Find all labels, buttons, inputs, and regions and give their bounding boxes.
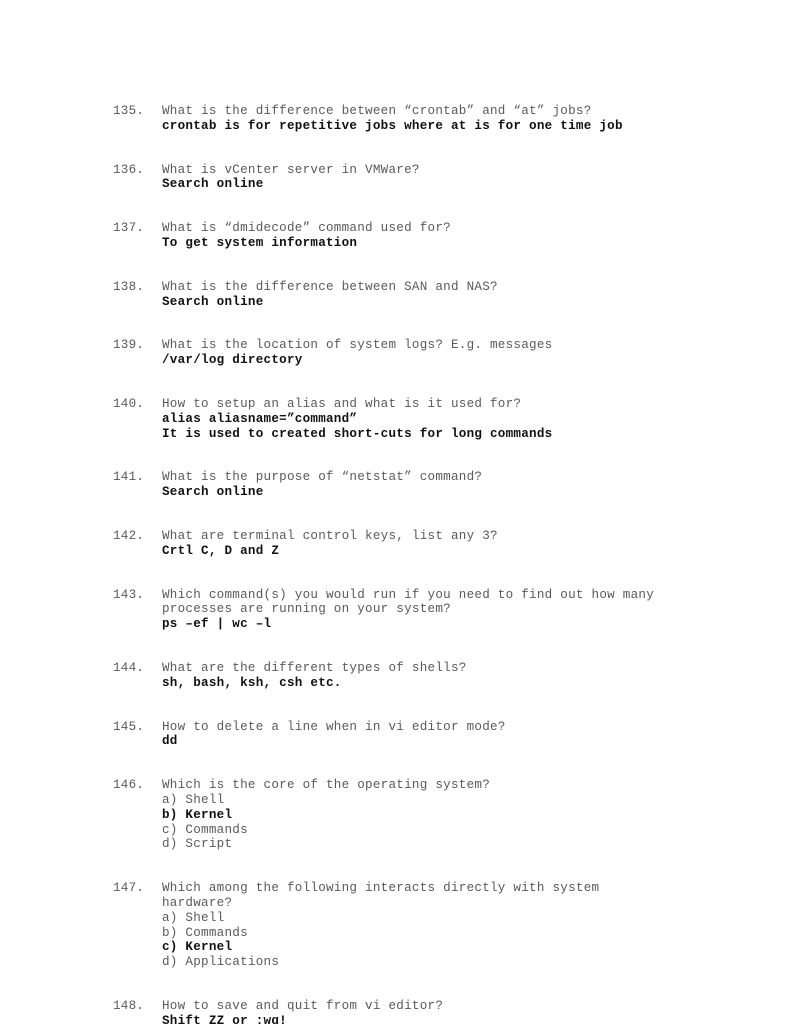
question-block: 147. Which among the following interacts …: [113, 881, 673, 970]
question-body: How to delete a line when in vi editor m…: [162, 720, 673, 750]
question-number: 141.: [113, 470, 145, 485]
answer-text: sh, bash, ksh, csh etc.: [162, 675, 342, 690]
question-text: What is vCenter server in VMWare?: [162, 162, 420, 177]
option: d) Applications: [162, 955, 280, 970]
answer-text: ps –ef | wc –l: [162, 617, 272, 632]
question-text: How to save and quit from vi editor?: [162, 998, 444, 1013]
question-body: What is the difference between SAN and N…: [162, 280, 673, 310]
question-number: 136.: [113, 162, 145, 177]
question-body: What is the location of system logs? E.g…: [162, 338, 673, 368]
question-number: 146.: [113, 778, 145, 793]
question-block: 135. What is the difference between “cron…: [113, 104, 673, 134]
question-text: What are the different types of shells?: [162, 660, 467, 675]
question-number: 148.: [113, 998, 145, 1013]
question-block: 137. What is “dmidecode” command used for…: [113, 221, 673, 251]
question-block: 136. What is vCenter server in VMWare? Sea…: [113, 163, 673, 193]
question-number: 137.: [113, 221, 145, 236]
answer-text: Search online: [162, 485, 264, 500]
question-text: What is “dmidecode” command used for?: [162, 221, 451, 236]
question-text: Which among the following interacts dire…: [162, 881, 608, 910]
question-number: 142.: [113, 528, 145, 543]
question-list: 135. What is the difference between “cron…: [113, 104, 673, 1024]
question-block: 139. What is the location of system logs?…: [113, 338, 673, 368]
option-correct: b) Kernel: [162, 807, 233, 822]
question-body: How to save and quit from vi editor? Shif…: [162, 999, 673, 1024]
question-number: 145.: [113, 719, 145, 734]
question-number: 138.: [113, 279, 145, 294]
question-block: 141. What is the purpose of “netstat” com…: [113, 470, 673, 500]
question-body: What is the difference between “crontab”…: [162, 104, 673, 134]
question-body: What is “dmidecode” command used for? To …: [162, 221, 673, 251]
question-body: Which among the following interacts dire…: [162, 881, 673, 970]
question-body: What are terminal control keys, list any…: [162, 529, 673, 559]
question-number: 139.: [113, 338, 145, 353]
question-number: 147.: [113, 881, 145, 896]
option: a) Shell: [162, 910, 225, 925]
question-text: How to setup an alias and what is it use…: [162, 396, 522, 411]
question-number: 140.: [113, 396, 145, 411]
answer-text: Crtl C, D and Z: [162, 543, 280, 558]
question-block: 142. What are terminal control keys, list…: [113, 529, 673, 559]
question-text: Which is the core of the operating syste…: [162, 778, 490, 793]
question-body: What are the different types of shells? s…: [162, 661, 673, 691]
question-number: 143.: [113, 587, 145, 602]
question-body: What is the purpose of “netstat” command…: [162, 470, 673, 500]
question-number: 144.: [113, 660, 145, 675]
question-block: 148. How to save and quit from vi editor?…: [113, 999, 673, 1024]
question-text: What is the difference between “crontab”…: [162, 104, 592, 118]
answer-text: To get system information: [162, 235, 358, 250]
question-text: Which command(s) you would run if you ne…: [162, 587, 662, 617]
question-block: 140. How to setup an alias and what is it…: [113, 397, 673, 441]
question-block: 144. What are the different types of shel…: [113, 661, 673, 691]
question-block: 143. Which command(s) you would run if yo…: [113, 588, 673, 632]
question-block: 145. How to delete a line when in vi edit…: [113, 720, 673, 750]
question-block: 138. What is the difference between SAN a…: [113, 280, 673, 310]
answer-text: alias aliasname=”command”: [162, 411, 358, 426]
answer-text: Search online: [162, 177, 264, 192]
question-number: 135.: [113, 104, 145, 118]
question-text: What are terminal control keys, list any…: [162, 528, 498, 543]
document-page: 135. What is the difference between “cron…: [0, 0, 791, 1024]
option: d) Script: [162, 837, 233, 852]
question-text: What is the purpose of “netstat” command…: [162, 470, 483, 485]
question-body: Which command(s) you would run if you ne…: [162, 588, 673, 632]
question-body: What is vCenter server in VMWare? Search …: [162, 163, 673, 193]
answer-text: Shift ZZ or :wq!: [162, 1013, 287, 1024]
option-correct: c) Kernel: [162, 940, 233, 955]
answer-text: /var/log directory: [162, 353, 303, 368]
question-body: Which is the core of the operating syste…: [162, 778, 673, 852]
answer-text: crontab is for repetitive jobs where at …: [162, 118, 623, 133]
question-body: How to setup an alias and what is it use…: [162, 397, 673, 441]
option: b) Commands: [162, 925, 248, 940]
question-block: 146. Which is the core of the operating s…: [113, 778, 673, 852]
answer-text: It is used to created short-cuts for lon…: [162, 426, 553, 441]
option: c) Commands: [162, 822, 248, 837]
answer-text: dd: [162, 734, 178, 749]
question-text: What is the difference between SAN and N…: [162, 279, 498, 294]
option: a) Shell: [162, 792, 225, 807]
question-text: How to delete a line when in vi editor m…: [162, 719, 506, 734]
question-text: What is the location of system logs? E.g…: [162, 338, 553, 353]
answer-text: Search online: [162, 294, 264, 309]
